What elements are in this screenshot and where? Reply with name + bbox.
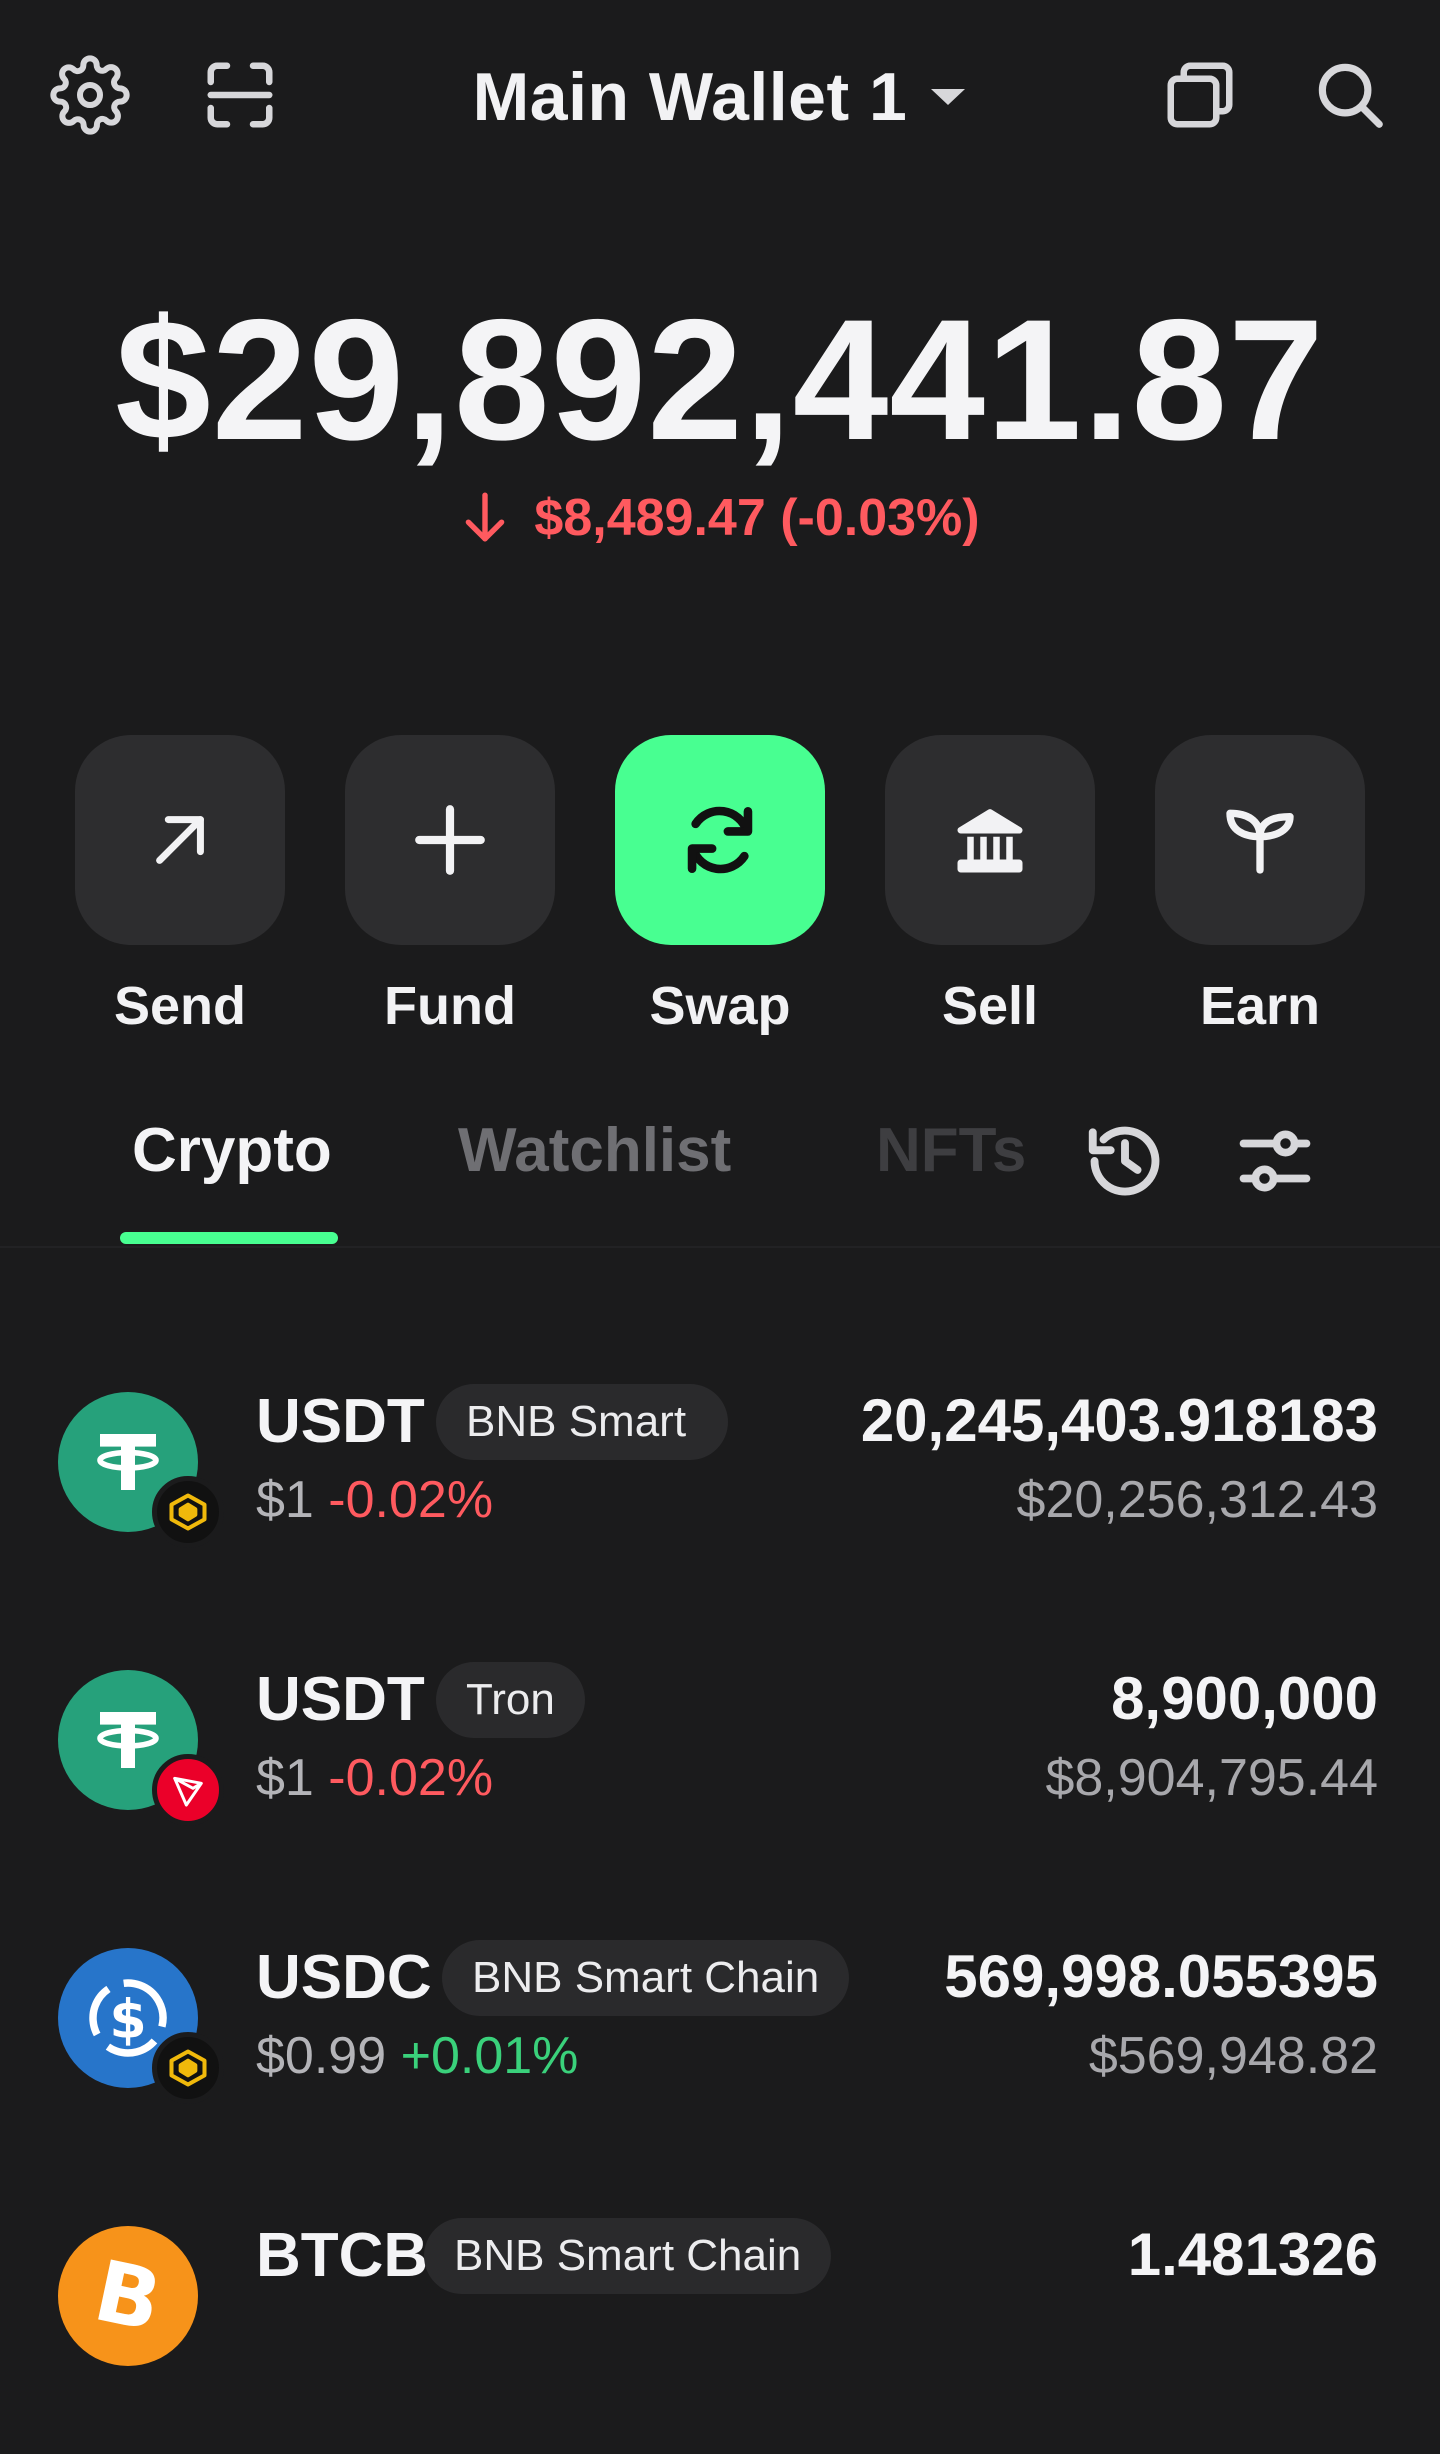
asset-price: $1 xyxy=(256,1749,314,1807)
asset-fiat-value: $20,256,312.43 xyxy=(1016,1471,1378,1529)
asset-change: -0.02% xyxy=(328,1471,494,1529)
asset-fiat-value: $8,904,795.44 xyxy=(1045,1749,1378,1807)
network-badge: BNB Smart xyxy=(436,1384,728,1460)
asset-row-usdt-tron[interactable]: USDT Tron $1 -0.02% 8,900,000 $8,904,795… xyxy=(0,1658,1440,1898)
filter-button[interactable] xyxy=(1230,1116,1320,1206)
network-badge: BNB Smart Chain xyxy=(442,1940,850,2016)
asset-amount: 569,998.055395 xyxy=(944,1943,1378,2010)
asset-amount: 8,900,000 xyxy=(1111,1665,1378,1732)
asset-price-line: $1 -0.02% xyxy=(256,1748,493,1808)
balance-change: $8,489.47 (-0.03%) xyxy=(0,488,1440,548)
bitcoin-icon: B xyxy=(58,2226,198,2366)
tab-divider xyxy=(0,1246,1440,1248)
fund-button[interactable]: Fund xyxy=(345,735,555,1037)
asset-amount: 1.481326 xyxy=(1127,2221,1378,2288)
history-button[interactable] xyxy=(1080,1116,1170,1206)
tab-nfts[interactable]: NFTs xyxy=(876,1115,1026,1186)
search-icon xyxy=(1318,63,1383,128)
asset-symbol: BTCB xyxy=(256,2221,429,2290)
chevron-down-icon xyxy=(931,89,966,105)
sprout-icon xyxy=(1226,809,1294,874)
send-button[interactable]: Send xyxy=(75,735,285,1037)
arrow-up-right-icon xyxy=(156,816,204,864)
asset-price: $1 xyxy=(256,1471,314,1529)
balance-change-value: $8,489.47 (-0.03%) xyxy=(534,489,980,547)
swap-label: Swap xyxy=(649,976,791,1036)
plus-icon xyxy=(415,805,485,875)
asset-price-line: $0.99 +0.01% xyxy=(256,2026,578,2086)
total-balance: $29,892,441.87 xyxy=(115,284,1325,476)
earn-button[interactable]: Earn xyxy=(1155,735,1365,1037)
asset-symbol: USDT xyxy=(256,1387,425,1456)
asset-amount: 20,245,403.918183 xyxy=(860,1387,1378,1454)
swap-icon xyxy=(687,806,753,874)
history-icon xyxy=(1088,1126,1160,1196)
wallet-name: Main Wallet 1 xyxy=(472,59,908,135)
asset-symbol: USDT xyxy=(256,1665,425,1734)
bnb-icon xyxy=(152,1476,224,1548)
bank-icon xyxy=(957,809,1023,873)
tab-watchlist[interactable]: Watchlist xyxy=(458,1115,731,1186)
send-label: Send xyxy=(113,976,247,1036)
network-badge: BNB Smart Chain xyxy=(424,2218,832,2294)
asset-fiat-value: $569,948.82 xyxy=(1088,2027,1378,2085)
asset-change: -0.02% xyxy=(328,1749,494,1807)
sell-label: Sell xyxy=(941,976,1039,1036)
swap-button[interactable]: Swap xyxy=(615,735,825,1037)
asset-symbol: USDC xyxy=(256,1943,432,2012)
arrow-down-icon xyxy=(466,492,505,542)
asset-price-line: $1 -0.02% xyxy=(256,1470,493,1530)
asset-row-btcb-bnb[interactable]: B BTCB BNB Smart Chain 1.481326 xyxy=(0,2214,1440,2454)
active-tab-indicator xyxy=(120,1232,338,1244)
fund-label: Fund xyxy=(384,976,516,1036)
bnb-icon xyxy=(152,2032,224,2104)
asset-price: $0.99 xyxy=(256,2027,387,2085)
asset-row-usdt-bnb[interactable]: USDT BNB Smart $1 -0.02% 20,245,403.9181… xyxy=(0,1380,1440,1620)
tron-icon xyxy=(152,1754,224,1826)
sell-button[interactable]: Sell xyxy=(885,735,1095,1037)
asset-change: +0.01% xyxy=(400,2027,579,2085)
filter-icon xyxy=(1239,1130,1311,1192)
network-badge: Tron xyxy=(436,1662,585,1738)
earn-label: Earn xyxy=(1199,976,1321,1036)
tab-crypto[interactable]: Crypto xyxy=(132,1115,332,1186)
copy-icon xyxy=(1167,62,1233,128)
asset-row-usdc-bnb[interactable]: $ USDC BNB Smart Chain $0.99 +0.01% 569,… xyxy=(0,1936,1440,2176)
copy-button[interactable] xyxy=(1155,50,1245,140)
svg-text:$: $ xyxy=(109,1988,146,2051)
search-button[interactable] xyxy=(1305,50,1395,140)
